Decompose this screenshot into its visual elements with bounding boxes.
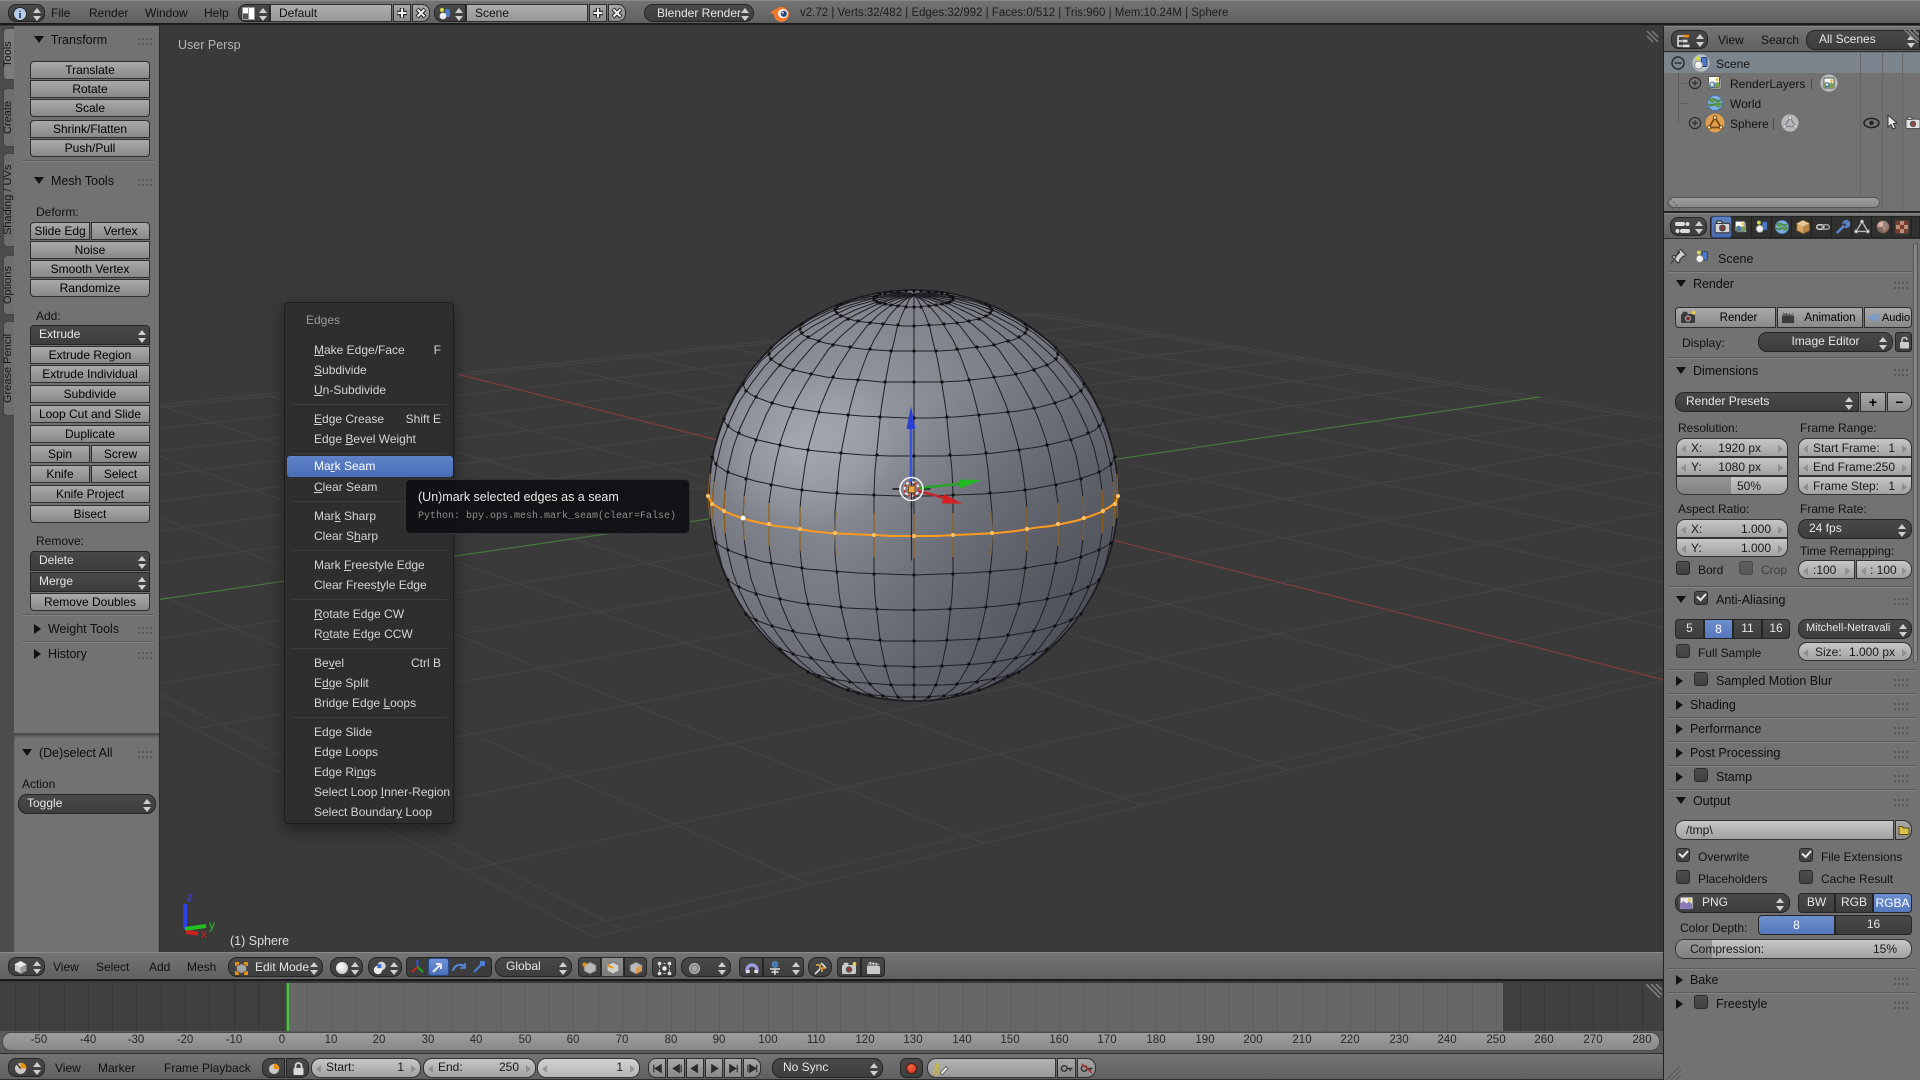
- svg-text:User Persp: User Persp: [178, 38, 241, 52]
- svg-text:z: z: [187, 890, 193, 904]
- svg-text:(1) Sphere: (1) Sphere: [230, 934, 289, 948]
- svg-text:i: i: [18, 9, 21, 21]
- svg-text:y: y: [209, 918, 215, 932]
- svg-text:x: x: [201, 927, 207, 941]
